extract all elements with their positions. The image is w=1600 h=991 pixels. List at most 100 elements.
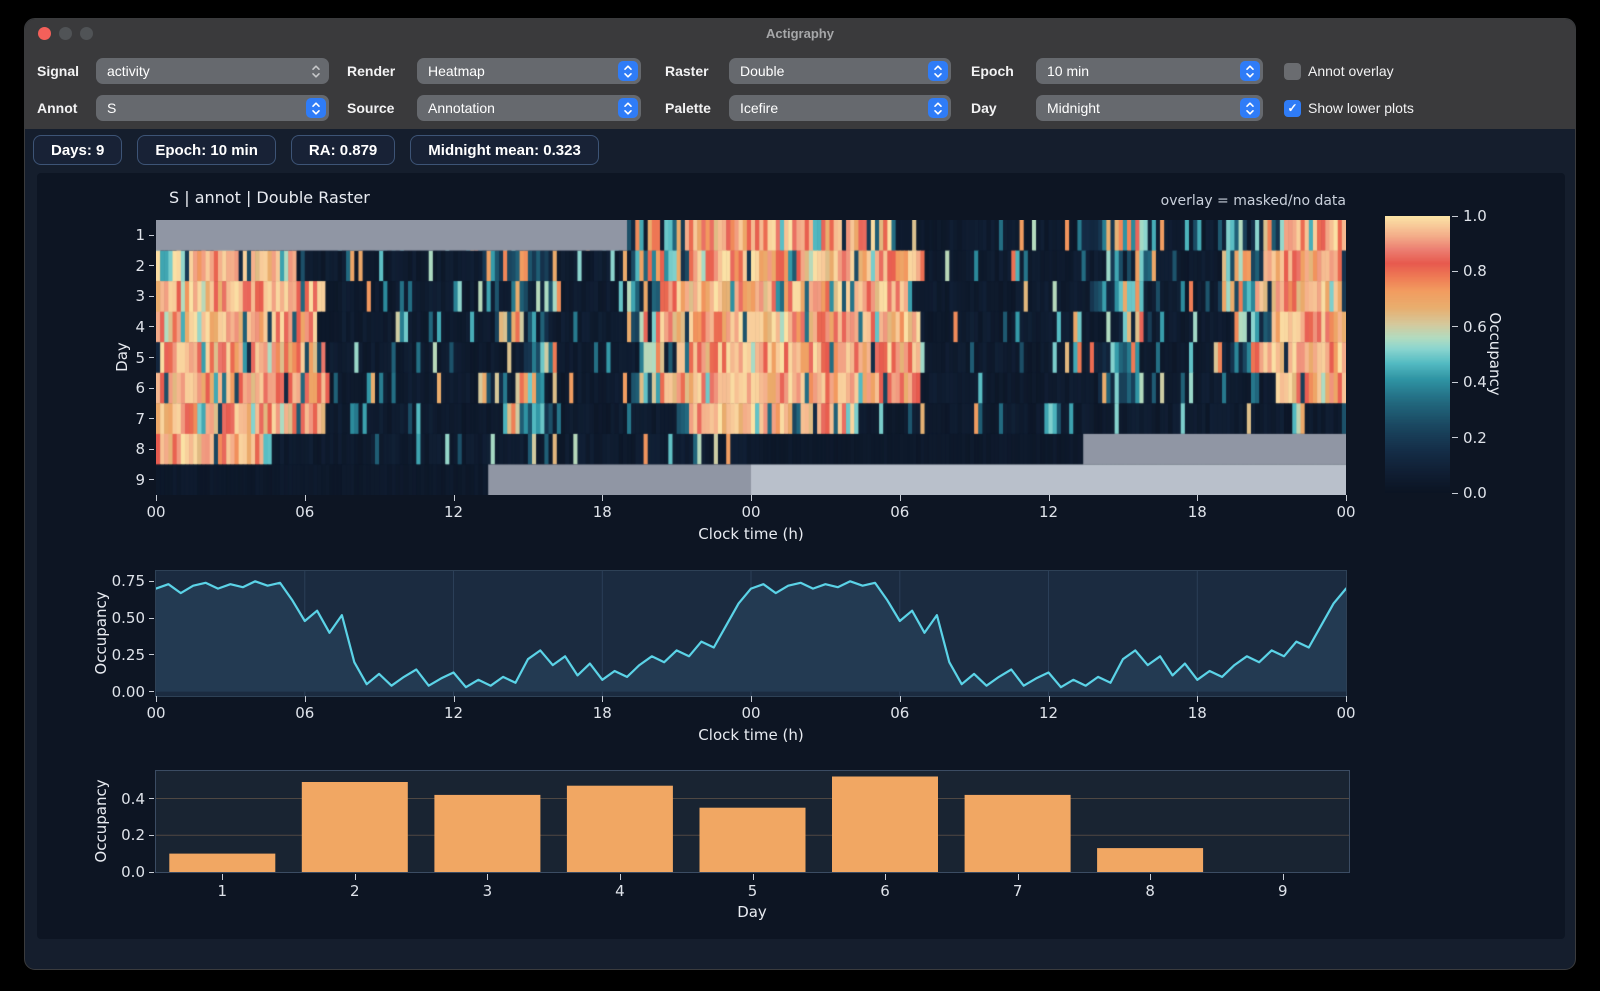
annot-select[interactable]: S <box>96 95 329 121</box>
heatmap-xtick-label: 12 <box>424 503 484 521</box>
bar-xtick-label: 2 <box>335 882 375 900</box>
day-label: Day <box>971 95 997 121</box>
chevron-up-down-icon <box>306 61 326 81</box>
line-xtick-label: 00 <box>1316 704 1376 722</box>
render-select[interactable]: Heatmap <box>417 58 641 84</box>
bar-ytick-label: 0.2 <box>97 826 145 844</box>
axis-tick <box>222 874 223 880</box>
axis-tick <box>1018 874 1019 880</box>
signal-select[interactable]: activity <box>96 58 329 84</box>
bar-xtick-label: 8 <box>1130 882 1170 900</box>
bar-ytick-label: 0.4 <box>97 790 145 808</box>
epoch-label: Epoch <box>971 58 1014 84</box>
colorbar-canvas <box>1385 216 1450 493</box>
annot-overlay-label: Annot overlay <box>1308 63 1394 79</box>
axis-tick <box>149 872 154 873</box>
heatmap-ytick-label: 9 <box>105 471 145 489</box>
annot-overlay-checkbox[interactable]: Annot overlay <box>1284 58 1394 84</box>
ra-badge: RA: 0.879 <box>291 135 395 165</box>
axis-tick <box>156 495 157 501</box>
raster-label: Raster <box>665 58 709 84</box>
axis-tick <box>156 696 157 702</box>
axis-tick <box>1197 696 1198 702</box>
axis-tick <box>900 696 901 702</box>
colorbar-tick-label: 0.6 <box>1463 318 1507 336</box>
axis-tick <box>1283 874 1284 880</box>
heatmap-ytick-label: 3 <box>105 287 145 305</box>
heatmap-xtick-label: 06 <box>870 503 930 521</box>
bar-xtick-label: 3 <box>467 882 507 900</box>
colorbar-tick-label: 0.4 <box>1463 373 1507 391</box>
bar-xtick-label: 6 <box>865 882 905 900</box>
axis-tick <box>149 418 154 419</box>
day-select[interactable]: Midnight <box>1036 95 1263 121</box>
chevron-up-down-icon <box>618 98 638 118</box>
line-xtick-label: 00 <box>721 704 781 722</box>
axis-tick <box>1452 437 1458 438</box>
line-xtick-label: 18 <box>1167 704 1227 722</box>
chevron-up-down-icon <box>618 61 638 81</box>
bar-xtick-label: 5 <box>733 882 773 900</box>
axis-tick <box>149 296 154 297</box>
line-ytick-label: 0.50 <box>97 609 145 627</box>
axis-tick <box>1452 382 1458 383</box>
axis-tick <box>149 654 154 655</box>
source-label: Source <box>347 95 394 121</box>
line-xtick-label: 12 <box>424 704 484 722</box>
chevron-up-down-icon <box>1240 98 1260 118</box>
axis-tick <box>454 495 455 501</box>
palette-select[interactable]: Icefire <box>729 95 951 121</box>
heatmap-xtick-label: 18 <box>572 503 632 521</box>
line-ytick-label: 0.75 <box>97 572 145 590</box>
colorbar-tick-label: 0.2 <box>1463 429 1507 447</box>
window-title: Actigraphy <box>25 19 1575 49</box>
axis-tick <box>1452 326 1458 327</box>
occupancy-line-plot <box>156 571 1346 696</box>
checkbox-icon: ✓ <box>1284 100 1301 117</box>
axis-tick <box>1452 493 1458 494</box>
heatmap-ytick-label: 2 <box>105 257 145 275</box>
axis-tick <box>305 696 306 702</box>
heatmap-xtick-label: 00 <box>126 503 186 521</box>
axis-tick <box>620 874 621 880</box>
titlebar[interactable]: Actigraphy <box>25 19 1575 49</box>
raster-select[interactable]: Double <box>729 58 951 84</box>
signal-label: Signal <box>37 58 79 84</box>
axis-tick <box>885 874 886 880</box>
line-ytick-label: 0.25 <box>97 646 145 664</box>
render-value: Heatmap <box>428 63 485 79</box>
heatmap-xlabel: Clock time (h) <box>651 525 851 543</box>
bar-xtick-label: 7 <box>998 882 1038 900</box>
source-select[interactable]: Annotation <box>417 95 641 121</box>
bar-xtick-label: 1 <box>202 882 242 900</box>
axis-tick <box>602 696 603 702</box>
axis-tick <box>454 696 455 702</box>
heatmap-canvas <box>156 220 1346 495</box>
line-ytick-label: 0.00 <box>97 683 145 701</box>
axis-tick <box>753 874 754 880</box>
bar-chart-svg <box>156 771 1349 872</box>
chevron-up-down-icon <box>1240 61 1260 81</box>
heatmap-ytick-label: 4 <box>105 318 145 336</box>
line-xtick-label: 06 <box>870 704 930 722</box>
checkbox-icon <box>1284 63 1301 80</box>
axis-tick <box>149 449 154 450</box>
chevron-up-down-icon <box>306 98 326 118</box>
heatmap-ytick-label: 1 <box>105 226 145 244</box>
heatmap-xtick-label: 00 <box>1316 503 1376 521</box>
colorbar-tick-label: 0.8 <box>1463 262 1507 280</box>
heatmap-title: S | annot | Double Raster <box>169 189 370 207</box>
heatmap-ytick-label: 6 <box>105 379 145 397</box>
days-badge: Days: 9 <box>33 135 122 165</box>
line-xtick-label: 06 <box>275 704 335 722</box>
bar-xlabel: Day <box>652 903 852 921</box>
axis-tick <box>149 265 154 266</box>
source-value: Annotation <box>428 100 495 116</box>
heatmap-xtick-label: 06 <box>275 503 335 521</box>
show-lower-plots-checkbox[interactable]: ✓ Show lower plots <box>1284 95 1414 121</box>
epoch-select[interactable]: 10 min <box>1036 58 1263 84</box>
axis-tick <box>149 581 154 582</box>
line-xtick-label: 00 <box>126 704 186 722</box>
stat-badges: Days: 9 Epoch: 10 min RA: 0.879 Midnight… <box>33 135 599 165</box>
axis-tick <box>602 495 603 501</box>
